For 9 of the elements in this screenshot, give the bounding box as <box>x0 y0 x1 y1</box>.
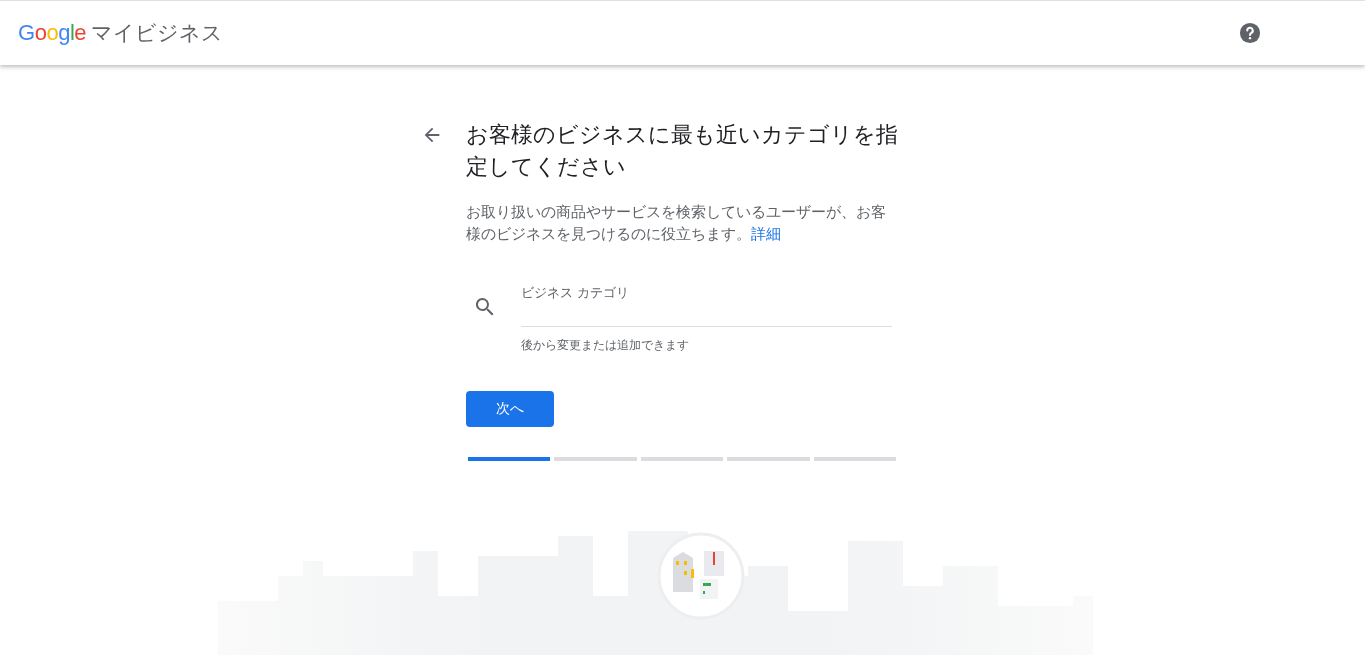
logo: Google <box>18 20 86 46</box>
page-title: お客様のビジネスに最も近いカテゴリを指定してください <box>466 121 898 181</box>
product-name: マイビジネス <box>91 20 223 46</box>
next-button[interactable]: 次へ <box>466 391 554 427</box>
help-icon[interactable] <box>1239 22 1261 44</box>
details-link[interactable]: 詳細 <box>751 225 781 242</box>
helper-text: 後から変更または追加できます <box>521 337 690 354</box>
category-input-field[interactable]: ビジネス カテゴリ <box>521 281 892 327</box>
description: お取り扱いの商品やサービスを検索しているユーザーが、お客様のビジネスを見つけるのに役立ちます。詳細 <box>466 202 887 244</box>
